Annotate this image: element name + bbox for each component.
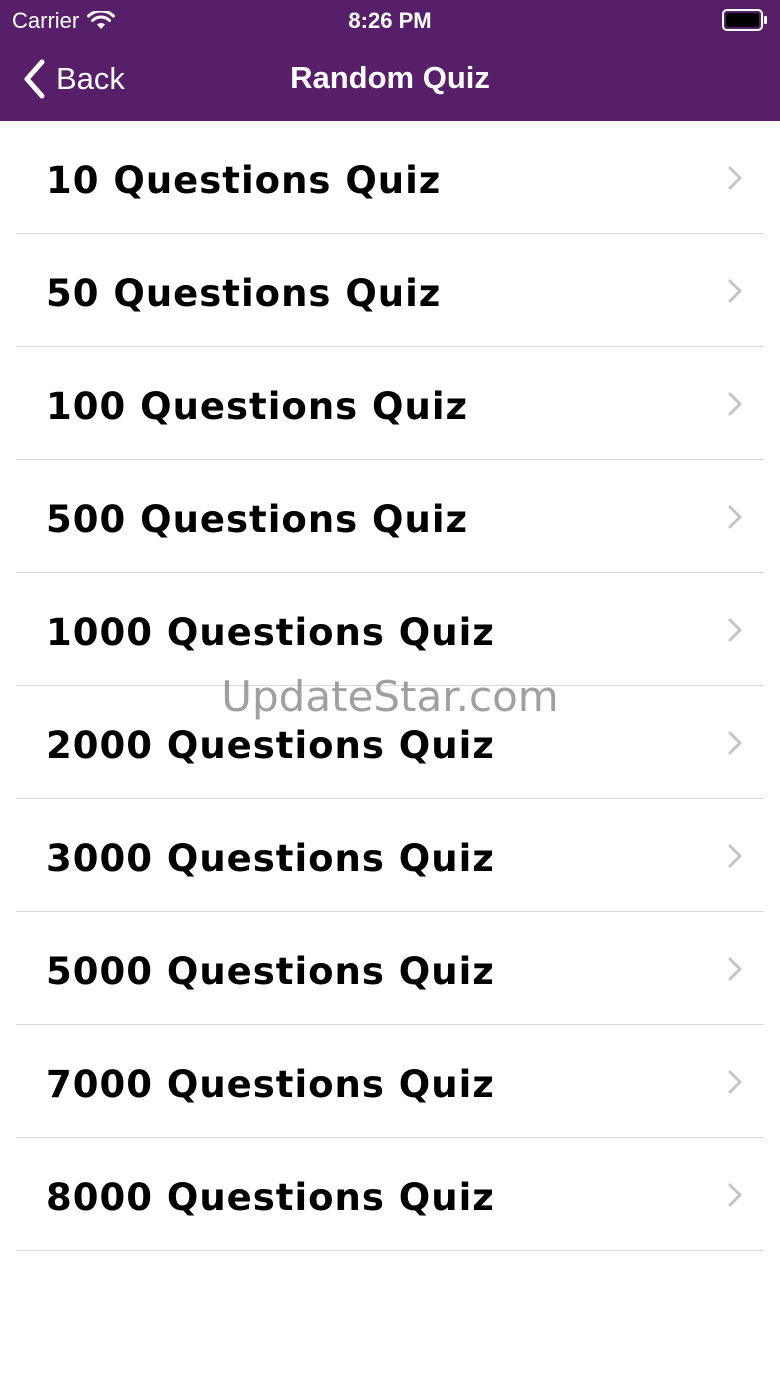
list-item-7000-questions[interactable]: 7000 Questions Quiz bbox=[0, 1025, 780, 1138]
list-item-label: 50 Questions Quiz bbox=[46, 272, 442, 315]
chevron-right-icon bbox=[728, 1183, 742, 1207]
list-item-500-questions[interactable]: 500 Questions Quiz bbox=[0, 460, 780, 573]
chevron-right-icon bbox=[728, 166, 742, 190]
list-item-100-questions[interactable]: 100 Questions Quiz bbox=[0, 347, 780, 460]
list-item-label: 5000 Questions Quiz bbox=[46, 950, 495, 993]
list-item-2000-questions[interactable]: 2000 Questions Quiz bbox=[0, 686, 780, 799]
chevron-right-icon bbox=[728, 279, 742, 303]
status-time: 8:26 PM bbox=[348, 8, 432, 33]
list-item-label: 100 Questions Quiz bbox=[46, 385, 469, 428]
navigation-bar: Carrier 8:26 PM Back Random Quiz bbox=[0, 0, 780, 121]
list-item-label: 8000 Questions Quiz bbox=[46, 1176, 495, 1219]
list-item-label: 2000 Questions Quiz bbox=[46, 724, 495, 767]
list-item-5000-questions[interactable]: 5000 Questions Quiz bbox=[0, 912, 780, 1025]
chevron-right-icon bbox=[728, 844, 742, 868]
chevron-right-icon bbox=[728, 392, 742, 416]
chevron-right-icon bbox=[728, 618, 742, 642]
list-item-label: 7000 Questions Quiz bbox=[46, 1063, 495, 1106]
list-item-10-questions[interactable]: 10 Questions Quiz bbox=[0, 121, 780, 234]
chevron-right-icon bbox=[728, 731, 742, 755]
battery-icon bbox=[722, 9, 767, 31]
chevron-right-icon bbox=[728, 957, 742, 981]
list-item-label: 500 Questions Quiz bbox=[46, 498, 469, 541]
chevron-right-icon bbox=[728, 505, 742, 529]
quiz-list: 10 Questions Quiz 50 Questions Quiz 100 … bbox=[0, 121, 780, 1251]
page-title: Random Quiz bbox=[290, 60, 490, 95]
list-item-1000-questions[interactable]: 1000 Questions Quiz bbox=[0, 573, 780, 686]
chevron-right-icon bbox=[728, 1070, 742, 1094]
list-item-3000-questions[interactable]: 3000 Questions Quiz bbox=[0, 799, 780, 912]
list-item-label: 3000 Questions Quiz bbox=[46, 837, 495, 880]
list-item-50-questions[interactable]: 50 Questions Quiz bbox=[0, 234, 780, 347]
list-item-label: 10 Questions Quiz bbox=[46, 159, 442, 202]
status-bar: Carrier 8:26 PM bbox=[0, 0, 780, 40]
list-item-label: 1000 Questions Quiz bbox=[46, 611, 495, 654]
list-item-8000-questions[interactable]: 8000 Questions Quiz bbox=[0, 1138, 780, 1251]
